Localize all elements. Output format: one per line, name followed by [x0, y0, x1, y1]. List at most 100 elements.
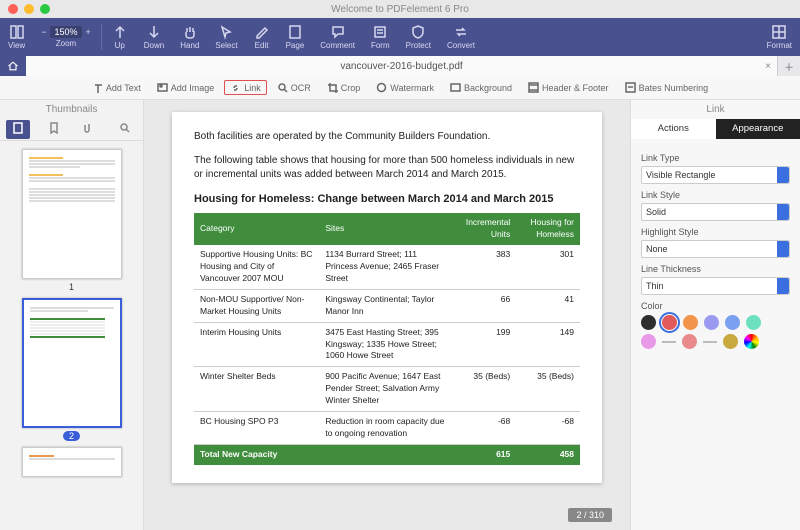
- convert-icon: [453, 24, 469, 40]
- line-thickness-label: Line Thickness: [641, 264, 790, 274]
- tab-actions[interactable]: Actions: [631, 119, 716, 139]
- thumbnail-tabs: [0, 119, 143, 141]
- maximize-window-button[interactable]: [40, 4, 50, 14]
- tab-bar: vancouver-2016-budget.pdf × ＋: [0, 56, 800, 76]
- color-swatch[interactable]: [682, 334, 697, 349]
- thumbs-attachments-tab[interactable]: [77, 120, 101, 139]
- format-icon: [771, 24, 787, 40]
- thumbnail-list[interactable]: 1 2: [0, 141, 143, 530]
- color-line: [703, 341, 717, 343]
- file-tab-label: vancouver-2016-budget.pdf: [340, 61, 462, 72]
- home-icon: [7, 60, 19, 72]
- arrow-up-icon: [112, 24, 128, 40]
- table-row: Non-MOU Supportive/ Non-Market Housing U…: [194, 289, 580, 322]
- zoom-control[interactable]: −150%+ Zoom: [33, 18, 99, 56]
- tab-appearance[interactable]: Appearance: [716, 119, 800, 139]
- convert-button[interactable]: Convert: [439, 18, 483, 56]
- table-row: Supportive Housing Units: BC Housing and…: [194, 245, 580, 289]
- title-bar: Welcome to PDFelement 6 Pro: [0, 0, 800, 18]
- edit-button[interactable]: Edit: [246, 18, 278, 56]
- color-swatch[interactable]: [723, 334, 738, 349]
- edit-icon: [254, 24, 270, 40]
- close-tab-icon[interactable]: ×: [765, 61, 771, 72]
- form-icon: [372, 24, 388, 40]
- zoom-label: Zoom: [56, 39, 76, 48]
- view-button[interactable]: View: [0, 18, 33, 56]
- close-window-button[interactable]: [8, 4, 18, 14]
- doc-table: Category Sites Incremental Units Housing…: [194, 213, 580, 464]
- protect-button[interactable]: Protect: [398, 18, 439, 56]
- up-button[interactable]: Up: [104, 18, 136, 56]
- watermark-button[interactable]: Watermark: [370, 80, 440, 95]
- form-button[interactable]: Form: [363, 18, 398, 56]
- view-label: View: [8, 41, 25, 50]
- doc-paragraph-1: Both facilities are operated by the Comm…: [194, 130, 580, 144]
- color-swatch[interactable]: [725, 315, 740, 330]
- thumbs-pages-tab[interactable]: [6, 120, 30, 139]
- color-swatches: [641, 315, 790, 330]
- color-swatch[interactable]: [641, 315, 656, 330]
- line-thickness-select[interactable]: Thin: [641, 277, 790, 295]
- page-icon: [287, 24, 303, 40]
- properties-panel: Link Actions Appearance Link Type Visibl…: [630, 100, 800, 530]
- view-icon: [9, 24, 25, 40]
- thumbs-search-tab[interactable]: [113, 120, 137, 139]
- background-button[interactable]: Background: [444, 80, 518, 95]
- attachment-icon: [83, 122, 95, 134]
- color-swatch[interactable]: [746, 315, 761, 330]
- crop-button[interactable]: Crop: [321, 80, 367, 95]
- app-title: Welcome to PDFelement 6 Pro: [331, 4, 469, 15]
- add-image-button[interactable]: Add Image: [151, 80, 221, 95]
- document-page: Both facilities are operated by the Comm…: [172, 112, 602, 483]
- properties-tabs: Actions Appearance: [631, 119, 800, 139]
- search-icon: [119, 122, 131, 134]
- thumbnail-page-2[interactable]: 2: [22, 298, 122, 441]
- watermark-icon: [376, 82, 387, 93]
- minimize-window-button[interactable]: [24, 4, 34, 14]
- format-button[interactable]: Format: [759, 18, 800, 56]
- thumbs-bookmarks-tab[interactable]: [42, 120, 66, 139]
- add-text-button[interactable]: Add Text: [86, 80, 147, 95]
- page-button[interactable]: Page: [278, 18, 313, 56]
- down-button[interactable]: Down: [136, 18, 172, 56]
- properties-title: Link: [631, 100, 800, 119]
- color-picker-swatch[interactable]: [744, 334, 759, 349]
- home-tab[interactable]: [0, 56, 26, 76]
- thumbnail-page-3[interactable]: [22, 447, 122, 477]
- color-swatch[interactable]: [683, 315, 698, 330]
- main-toolbar: View −150%+ Zoom Up Down Hand Select Edi…: [0, 18, 800, 56]
- comment-icon: [330, 24, 346, 40]
- highlight-style-select[interactable]: None: [641, 240, 790, 258]
- hand-icon: [182, 24, 198, 40]
- color-swatch[interactable]: [641, 334, 656, 349]
- window-controls: [8, 4, 50, 14]
- link-type-select[interactable]: Visible Rectangle: [641, 166, 790, 184]
- table-total-row: Total New Capacity615458: [194, 444, 580, 464]
- cursor-icon: [218, 24, 234, 40]
- link-icon: [230, 82, 241, 93]
- ocr-button[interactable]: OCR: [271, 80, 317, 95]
- table-row: BC Housing SPO P3Reduction in room capac…: [194, 411, 580, 444]
- link-style-select[interactable]: Solid: [641, 203, 790, 221]
- text-icon: [92, 82, 103, 93]
- file-tab[interactable]: vancouver-2016-budget.pdf ×: [26, 56, 778, 76]
- image-icon: [157, 82, 168, 93]
- edit-subtoolbar: Add Text Add Image Link OCR Crop Waterma…: [0, 76, 800, 100]
- background-icon: [450, 82, 461, 93]
- link-button[interactable]: Link: [224, 80, 267, 95]
- color-swatch[interactable]: [704, 315, 719, 330]
- thumbnail-page-1[interactable]: 1: [22, 149, 122, 292]
- bookmark-icon: [48, 122, 60, 134]
- bates-numbering-button[interactable]: Bates Numbering: [619, 80, 715, 95]
- thumbnails-panel: Thumbnails 1: [0, 100, 144, 530]
- header-footer-button[interactable]: Header & Footer: [522, 80, 615, 95]
- comment-button[interactable]: Comment: [312, 18, 363, 56]
- new-tab-button[interactable]: ＋: [778, 56, 800, 76]
- page-view[interactable]: Both facilities are operated by the Comm…: [144, 100, 630, 530]
- bates-icon: [625, 82, 636, 93]
- table-row: Winter Shelter Beds900 Pacific Avenue; 1…: [194, 367, 580, 412]
- hand-button[interactable]: Hand: [172, 18, 207, 56]
- select-button[interactable]: Select: [207, 18, 245, 56]
- color-swatch[interactable]: [662, 315, 677, 330]
- pages-icon: [12, 122, 24, 134]
